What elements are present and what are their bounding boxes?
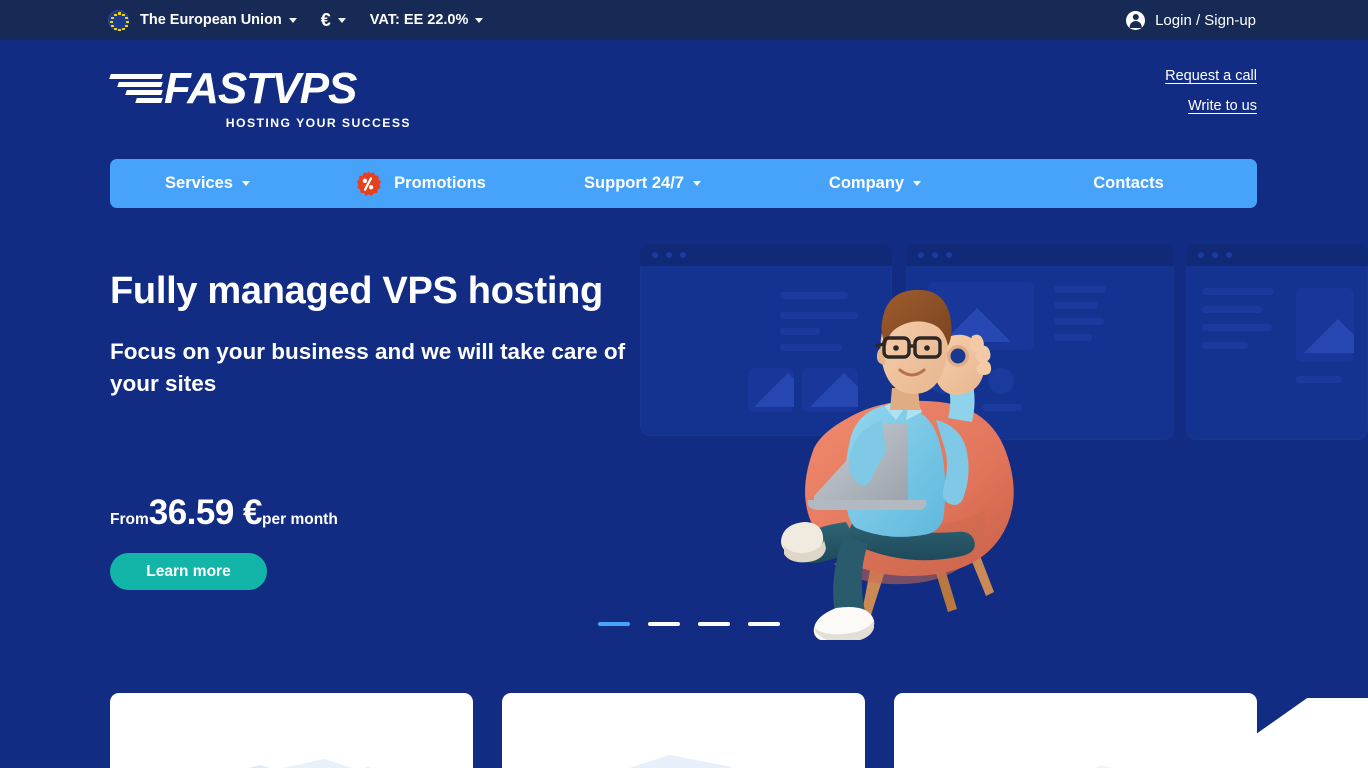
feature-card-2[interactable] [502,693,865,768]
price-suffix: per month [262,511,338,528]
nav-label-company: Company [828,174,905,192]
page-title: Fully managed VPS hosting [110,270,603,312]
nav-label-support: Support 24/7 [584,174,684,192]
price-prefix: From [110,511,149,528]
nav-item-promotions[interactable]: Promotions [305,159,535,208]
price-value: 36.59 € [148,493,263,532]
shoe-lower [813,607,875,643]
nav-item-support[interactable]: Support 24/7 [535,159,750,208]
chevron-down-icon [475,17,484,23]
vat-label: VAT: EE 22.0% [369,12,469,28]
hero-subtitle: Focus on your business and we will take … [110,339,626,396]
wireframe-titlebar [1186,244,1368,266]
nav-label-promotions: Promotions [394,174,486,192]
eye-left [893,345,899,351]
topbar-left-group: The European Union € VAT: EE 22.0% [108,9,484,32]
logo-tagline: HOSTING YOUR SUCCESS [225,116,411,130]
main-navigation: Services Promotions Support 24/7 Company… [110,159,1257,208]
card-3-graphic [1095,765,1113,768]
wireframe-panel-right [1186,244,1368,440]
learn-more-button[interactable]: Learn more [110,553,267,590]
card-1-graphic [248,759,371,768]
chevron-down-icon [692,181,701,186]
carousel-dot-2[interactable] [648,622,680,626]
hero-price: From 36.59 € per month [110,493,338,533]
request-a-call-link[interactable]: Request a call [1165,68,1257,84]
percent-burst-icon [354,170,382,198]
nav-item-contacts[interactable]: Contacts [1000,159,1257,208]
logo-wordmark-row: FASTVPS [109,64,412,113]
hero-section: Fully managed VPS hosting Focus on your … [0,208,1368,678]
chevron-down-icon [241,181,250,186]
currency-label: € [320,9,331,30]
character-illustration [696,260,1036,643]
shoe-upper [781,522,826,563]
currency-selector[interactable]: € [321,10,346,31]
login-signup-label: Login / Sign-up [1155,11,1256,29]
feature-card-1[interactable] [110,693,473,768]
logo-text: FASTVPS [164,64,357,113]
site-header: FASTVPS HOSTING YOUR SUCCESS Request a c… [0,40,1368,152]
top-utility-bar: The European Union € VAT: EE 22.0% Login… [0,0,1368,40]
card-2-graphic [628,755,732,768]
write-to-us-link[interactable]: Write to us [1165,98,1257,114]
eu-flag-icon [108,9,129,32]
login-signup-button[interactable]: Login / Sign-up [1126,10,1256,30]
page-root: The European Union € VAT: EE 22.0% Login… [0,0,1368,768]
feature-card-3[interactable] [894,693,1257,768]
carousel-dot-4[interactable] [748,622,780,626]
nav-label-services: Services [165,174,233,192]
hero-illustration [638,240,1368,643]
carousel-indicators [598,622,780,626]
carousel-dot-1[interactable] [598,622,630,626]
nav-label-contacts: Contacts [1093,174,1164,192]
region-label: The European Union [140,12,282,28]
eye-right [924,345,930,351]
feature-cards-row [0,693,1368,768]
chevron-down-icon [288,17,297,23]
site-logo[interactable]: FASTVPS HOSTING YOUR SUCCESS [109,64,412,130]
vat-selector[interactable]: VAT: EE 22.0% [370,12,484,28]
carousel-dot-3[interactable] [698,622,730,626]
nav-item-company[interactable]: Company [750,159,1000,208]
header-contact-links: Request a call Write to us [1165,68,1257,128]
chevron-down-icon [913,181,922,186]
region-selector[interactable]: The European Union [108,9,297,32]
speed-lines-icon [109,71,163,107]
user-circle-icon [1126,10,1146,30]
chevron-down-icon [337,17,346,23]
nav-item-services[interactable]: Services [110,159,305,208]
